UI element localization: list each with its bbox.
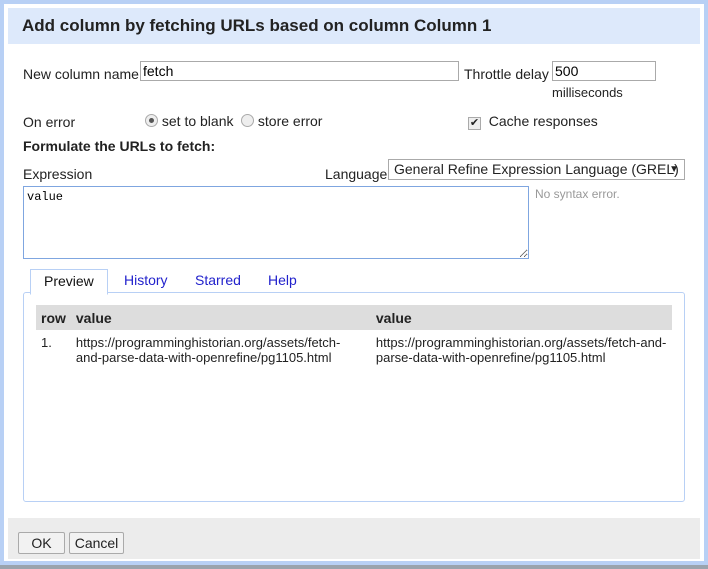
row-result: https://programminghistorian.org/assets/… [375, 335, 667, 365]
preview-table: row value value 1. https://programminghi… [36, 305, 672, 370]
tab-history[interactable]: History [124, 269, 168, 293]
on-error-set-blank-option[interactable]: set to blank [145, 113, 234, 129]
throttle-delay-input[interactable] [552, 61, 656, 81]
tab-starred[interactable]: Starred [195, 269, 241, 293]
dialog-title: Add column by fetching URLs based on col… [8, 8, 700, 44]
throttle-delay-label: Throttle delay [464, 66, 549, 82]
new-column-name-input[interactable] [140, 61, 459, 81]
radio-unselected-icon[interactable] [241, 114, 254, 127]
on-error-label: On error [23, 114, 76, 130]
tab-help[interactable]: Help [268, 269, 297, 293]
radio-selected-icon[interactable] [145, 114, 158, 127]
cancel-button[interactable]: Cancel [69, 532, 124, 554]
preview-panel: row value value 1. https://programminghi… [23, 292, 685, 502]
table-header-row: row value value [36, 305, 672, 330]
new-column-name-label: New column name [23, 66, 139, 82]
dialog-footer: OK Cancel [8, 518, 700, 559]
on-error-store-error-option[interactable]: store error [241, 113, 322, 129]
language-label: Language [325, 166, 388, 182]
table-row: 1. https://programminghistorian.org/asse… [36, 330, 672, 370]
language-select[interactable]: General Refine Expression Language (GREL… [388, 159, 685, 180]
dropdown-arrow-icon: ▼ [669, 164, 679, 175]
cache-responses-option[interactable]: ✔ Cache responses [468, 113, 598, 130]
header-value: value [70, 305, 371, 330]
header-row: row [36, 305, 71, 330]
tab-preview[interactable]: Preview [30, 269, 108, 295]
ok-button[interactable]: OK [18, 532, 65, 554]
header-value-result: value [370, 305, 672, 330]
formulate-heading: Formulate the URLs to fetch: [23, 138, 216, 154]
expression-textarea[interactable]: value [23, 186, 529, 259]
row-value: https://programminghistorian.org/assets/… [75, 335, 341, 365]
add-column-fetch-urls-dialog: Add column by fetching URLs based on col… [0, 0, 708, 565]
row-number: 1. [41, 335, 52, 350]
checkbox-checked-icon[interactable]: ✔ [468, 117, 481, 130]
syntax-status: No syntax error. [535, 187, 620, 201]
expression-label: Expression [23, 166, 93, 182]
throttle-unit-label: milliseconds [552, 85, 623, 100]
